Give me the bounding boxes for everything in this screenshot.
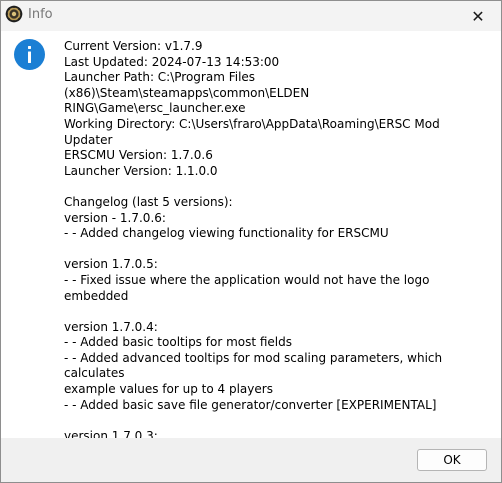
gear-icon xyxy=(5,5,23,23)
info-icon xyxy=(14,39,45,70)
message-line: - - Fixed issue where the application wo… xyxy=(64,272,434,303)
dialog-footer: OK xyxy=(1,438,501,482)
close-button[interactable]: ✕ xyxy=(455,1,501,31)
message-line xyxy=(64,242,468,258)
ok-button[interactable]: OK xyxy=(417,449,487,471)
message-line: - - Added basic save file generator/conv… xyxy=(64,397,437,412)
message-line: Current Version: v1.7.9 xyxy=(64,39,203,53)
message-line xyxy=(64,413,468,429)
message-line: - - Added basic tooltips for most fields xyxy=(64,335,293,350)
message-line: Working Directory: C:\Users\fraro\AppDat… xyxy=(64,116,444,147)
message-line: ERSCMU Version: 1.7.0.6 xyxy=(64,148,213,163)
message-line xyxy=(64,179,468,195)
info-message: Current Version: v1.7.9 Last Updated: 202… xyxy=(64,39,468,482)
message-line: - - Added changelog viewing functionalit… xyxy=(64,226,389,241)
message-line: Launcher Version: 1.1.0.0 xyxy=(64,163,218,178)
message-line: RING\Game\ersc_launcher.exe xyxy=(64,101,246,116)
message-line: example values for up to 4 players xyxy=(64,382,273,397)
message-line: version 1.7.0.5: xyxy=(64,257,158,272)
message-line: Last Updated: 2024-07-13 14:53:00 xyxy=(64,54,280,69)
title-bar[interactable]: Info ✕ xyxy=(1,1,501,31)
message-line: version 1.7.0.4: xyxy=(64,319,158,334)
message-line: Changelog (last 5 versions): xyxy=(64,194,233,209)
dialog-content: Current Version: v1.7.9 Last Updated: 202… xyxy=(1,31,501,482)
close-icon: ✕ xyxy=(471,6,485,26)
info-dialog-window: Info ✕ Current Version: v1.7.9 Last Updat… xyxy=(0,0,502,483)
window-title: Info xyxy=(28,7,53,22)
message-line: version - 1.7.0.6: xyxy=(64,210,166,225)
message-line: Launcher Path: C:\Program Files (x86)\St… xyxy=(64,70,310,100)
message-line xyxy=(64,304,468,320)
message-line: - - Added advanced tooltips for mod scal… xyxy=(64,350,446,381)
